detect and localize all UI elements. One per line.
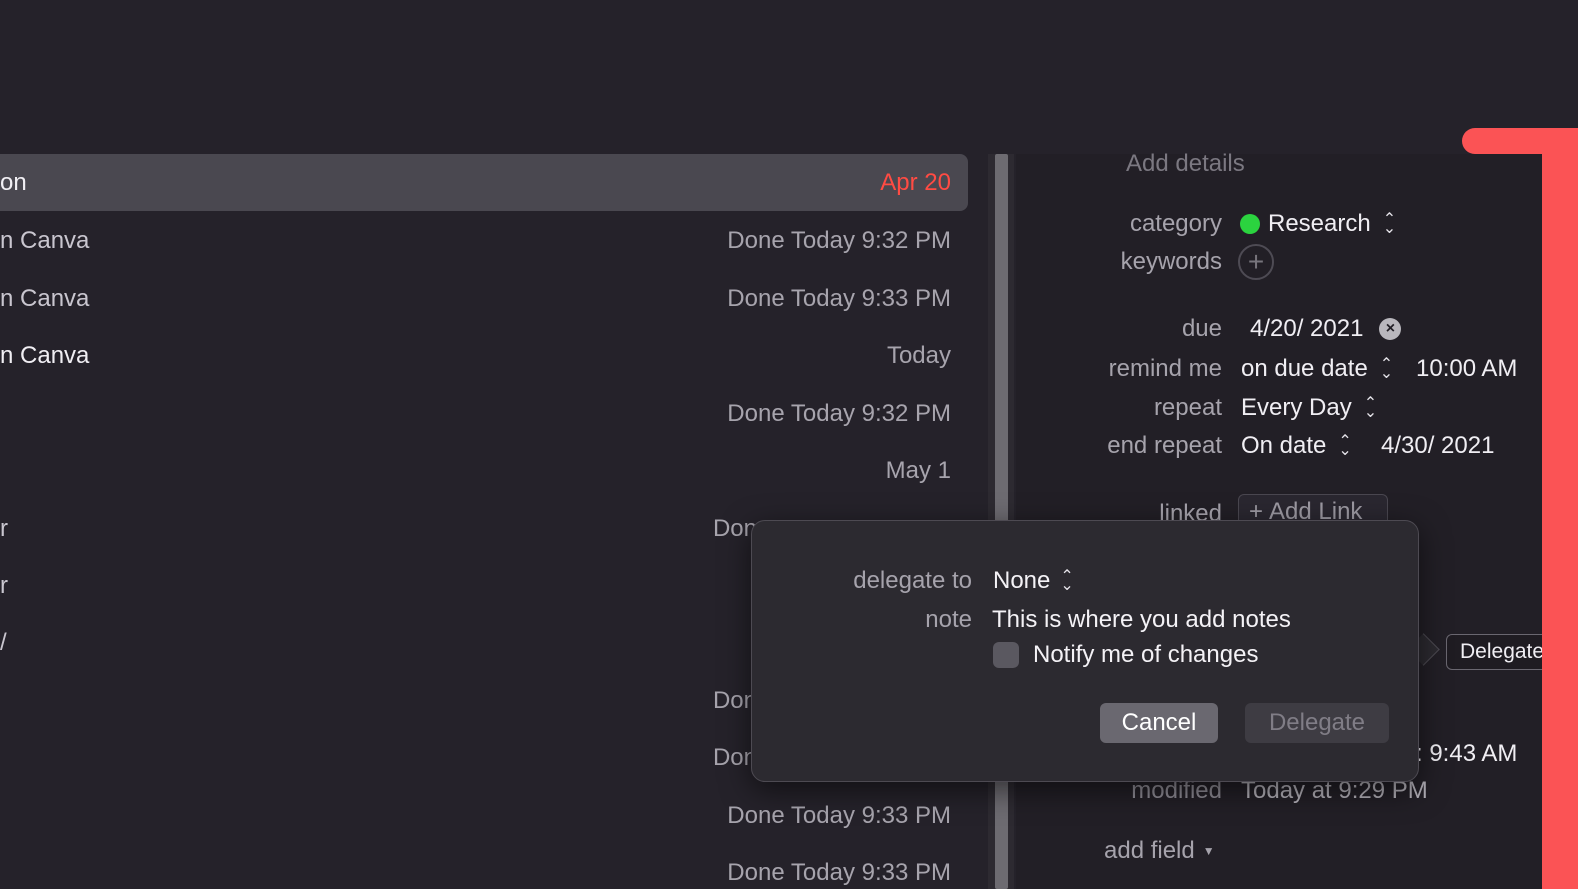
due-label: due <box>1181 315 1222 342</box>
task-row[interactable]: on Apr 20 <box>0 154 968 211</box>
remind-time-field[interactable]: 10:00 AM <box>1416 355 1517 383</box>
end-repeat-popup[interactable]: On date ⌃ ⌄ <box>1241 432 1352 460</box>
delegate-popover: delegate to None ⌃ ⌄ note This is where y… <box>751 520 1419 782</box>
task-date: Today <box>886 341 951 369</box>
chevron-updown-icon: ⌃ ⌄ <box>1363 395 1378 421</box>
category-popup[interactable]: Research ⌃ ⌄ <box>1240 210 1396 238</box>
repeat-label: repeat <box>1153 394 1222 421</box>
app-window: on Apr 20 n Canva Done Today 9:32 PM n C… <box>0 0 1578 889</box>
delegate-to-value: None <box>993 567 1051 594</box>
task-row[interactable]: May 1 <box>0 442 968 499</box>
add-keyword-button[interactable]: + <box>1238 244 1274 280</box>
task-row[interactable]: Done Today 9:32 PM <box>0 385 968 442</box>
annotation-red-mark <box>1542 130 1578 889</box>
category-label: category <box>1129 210 1222 237</box>
task-title: / <box>0 628 7 656</box>
notify-label: Notify me of changes <box>1033 641 1259 668</box>
clear-icon[interactable]: × <box>1379 318 1402 340</box>
chevron-down-icon: ▼ <box>1202 844 1215 858</box>
remind-label: remind me <box>1108 355 1222 382</box>
task-date: Done Today 9:33 PM <box>727 858 951 886</box>
chevron-updown-icon: ⌃ ⌄ <box>1382 211 1397 237</box>
task-date: Done Today 9:32 PM <box>727 399 951 427</box>
task-title: n Canva <box>0 341 90 369</box>
task-date: Done Today 9:33 PM <box>727 801 951 829</box>
repeat-popup[interactable]: Every Day ⌃ ⌄ <box>1241 394 1377 422</box>
task-row[interactable]: n Canva Done Today 9:32 PM <box>0 212 968 269</box>
add-field-button[interactable]: add field ▼ <box>1104 837 1215 865</box>
end-repeat-value: On date <box>1241 432 1327 459</box>
remind-popup[interactable]: on due date ⌃ ⌄ <box>1241 355 1393 383</box>
task-row[interactable]: Done Today 9:33 PM <box>0 844 968 889</box>
category-value: Research <box>1268 210 1371 237</box>
note-field[interactable]: This is where you add notes <box>992 606 1291 634</box>
due-value: 4/20/ 2021 <box>1250 315 1364 342</box>
task-title: on <box>0 168 27 196</box>
task-title: n Canva <box>0 226 90 254</box>
delegate-button[interactable]: Delegate <box>1245 703 1389 743</box>
task-date: Apr 20 <box>880 168 951 196</box>
delegate-to-popup[interactable]: None ⌃ ⌄ <box>993 567 1074 595</box>
task-date: May 1 <box>885 456 951 484</box>
task-title: r <box>0 571 8 599</box>
notify-checkbox-row[interactable]: Notify me of changes <box>993 641 1258 669</box>
task-date: Done Today 9:33 PM <box>727 284 951 312</box>
chevron-updown-icon: ⌃ ⌄ <box>1379 356 1394 382</box>
created-value: : 9:43 AM <box>1416 740 1518 767</box>
task-row[interactable]: n Canva Done Today 9:33 PM <box>0 270 968 327</box>
note-label: note <box>925 606 972 633</box>
chevron-updown-icon: ⌃ ⌄ <box>1060 568 1074 594</box>
task-date: Done Today 9:32 PM <box>727 226 951 254</box>
keywords-label: keywords <box>1120 248 1222 275</box>
plus-icon: + <box>1238 244 1274 280</box>
add-details-field[interactable]: Add details <box>1126 150 1245 178</box>
cancel-button[interactable]: Cancel <box>1100 703 1218 743</box>
chevron-updown-icon: ⌃ ⌄ <box>1338 433 1352 459</box>
end-repeat-date-field[interactable]: 4/30/ 2021 <box>1381 432 1494 460</box>
due-date-field[interactable]: 4/20/ 2021 × <box>1250 315 1402 343</box>
notify-checkbox[interactable] <box>993 642 1019 668</box>
category-color-dot <box>1240 214 1260 234</box>
add-field-label: add field <box>1104 837 1195 864</box>
delegate-toolbar-label: Delegate <box>1460 640 1545 663</box>
task-title: r <box>0 514 8 542</box>
delegate-to-label: delegate to <box>853 567 972 594</box>
task-row[interactable]: n Canva Today <box>0 327 968 384</box>
task-row[interactable]: Done Today 9:33 PM <box>0 787 968 844</box>
remind-value: on due date <box>1241 355 1368 382</box>
task-title: n Canva <box>0 284 90 312</box>
end-repeat-label: end repeat <box>1107 432 1222 459</box>
repeat-value: Every Day <box>1241 394 1352 421</box>
